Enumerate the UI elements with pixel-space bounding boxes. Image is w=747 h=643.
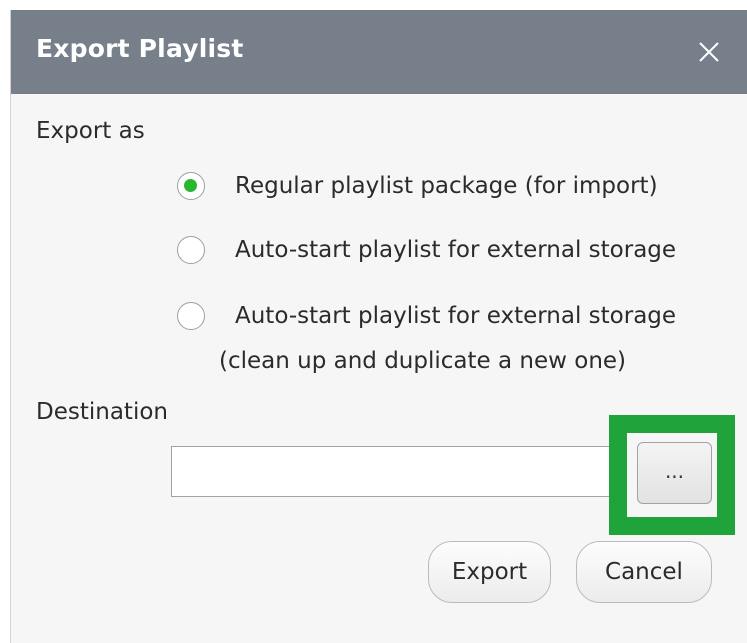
radio-option-auto-start[interactable]: Auto-start playlist for external storage — [177, 236, 676, 264]
radio-option-label: Auto-start playlist for external storage — [235, 237, 677, 263]
radio-option-label: Auto-start playlist for external storage — [235, 303, 677, 329]
destination-label: Destination — [36, 399, 168, 425]
radio-unselected-icon[interactable] — [177, 236, 205, 264]
close-icon — [699, 42, 719, 62]
dialog-title: Export Playlist — [36, 34, 244, 63]
radio-unselected-icon[interactable] — [177, 302, 205, 330]
export-playlist-dialog: Export Playlist Export as Regular playli… — [10, 10, 747, 643]
export-as-label: Export as — [36, 118, 145, 144]
browse-button[interactable]: ... — [637, 442, 712, 504]
close-button[interactable] — [693, 36, 725, 68]
radio-option-label: Regular playlist package (for import) — [235, 173, 658, 199]
radio-option-regular-package[interactable]: Regular playlist package (for import) — [177, 172, 658, 200]
radio-option-sublabel: (clean up and duplicate a new one) — [219, 348, 627, 374]
dialog-titlebar: Export Playlist — [11, 10, 747, 94]
destination-input[interactable] — [171, 446, 617, 497]
cancel-button[interactable]: Cancel — [576, 541, 712, 603]
export-button[interactable]: Export — [428, 541, 551, 603]
radio-option-auto-start-clean[interactable]: Auto-start playlist for external storage — [177, 302, 676, 330]
radio-selected-icon[interactable] — [177, 172, 205, 200]
